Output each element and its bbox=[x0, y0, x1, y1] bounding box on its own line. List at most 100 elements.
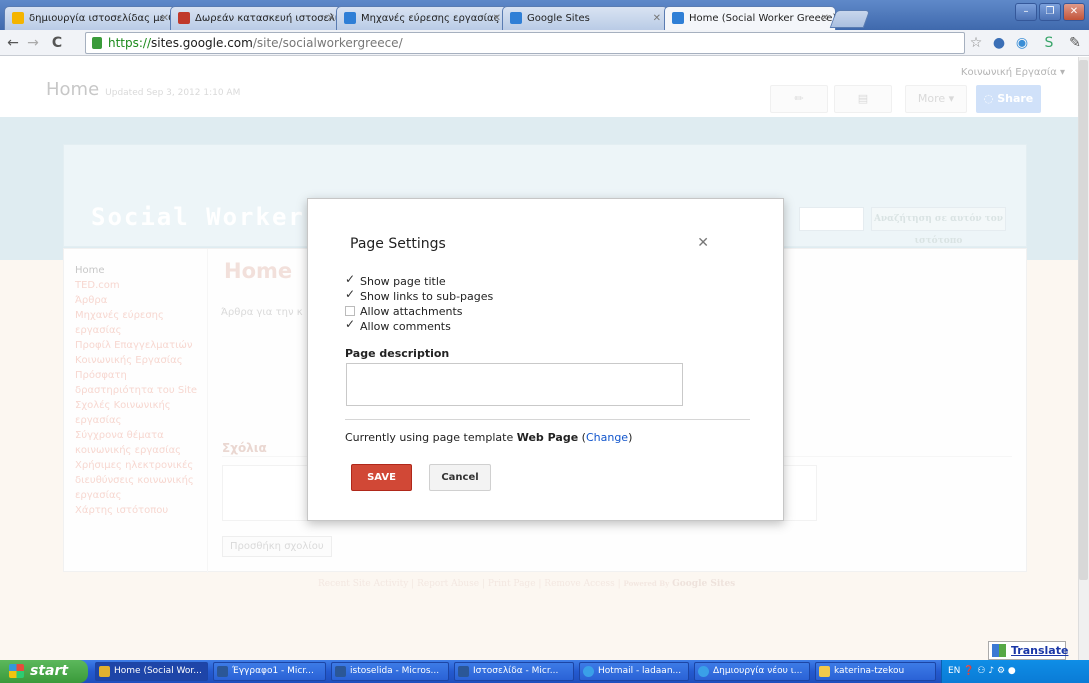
page-description-label: Page description bbox=[345, 347, 450, 360]
wrench-menu-icon[interactable]: ✎ bbox=[1066, 34, 1084, 52]
start-button[interactable]: start bbox=[0, 660, 88, 683]
save-button[interactable]: SAVE bbox=[351, 464, 412, 491]
template-info: Currently using page template Web Page (… bbox=[345, 431, 633, 444]
checkbox-checked[interactable] bbox=[345, 317, 355, 331]
site-favicon-icon bbox=[178, 12, 190, 24]
google-sites-favicon-icon bbox=[344, 12, 356, 24]
taskbar-item[interactable]: Hotmail - ladaan... bbox=[579, 662, 689, 681]
browser-tab[interactable]: Μηχανές εύρεσης εργασίας - ✕ bbox=[336, 6, 508, 30]
page-settings-dialog: Page Settings ✕ Show page title Show lin… bbox=[307, 198, 784, 521]
close-icon[interactable]: ✕ bbox=[697, 235, 709, 251]
word-icon bbox=[217, 666, 228, 677]
browser-tab[interactable]: Δωρεάν κατασκευή ιστοσελίδ ✕ bbox=[170, 6, 342, 30]
forward-arrow-icon[interactable]: → bbox=[24, 34, 42, 52]
extension-globe-icon[interactable]: ● bbox=[990, 34, 1008, 52]
option-show-sub-page-links[interactable]: Show links to sub-pages bbox=[345, 287, 494, 304]
windows-taskbar: start Home (Social Wor... Έγγραφο1 - Mic… bbox=[0, 660, 1089, 683]
extension-icon[interactable]: ◉ bbox=[1013, 34, 1031, 52]
word-icon bbox=[335, 666, 346, 677]
tab-close-icon[interactable]: ✕ bbox=[653, 7, 661, 30]
chrome-icon bbox=[99, 666, 110, 677]
taskbar-item-label: Δημιουργία νέου ι... bbox=[713, 666, 803, 676]
windows-flag-icon bbox=[9, 664, 24, 678]
folder-icon bbox=[819, 666, 830, 677]
translate-link[interactable]: Translate bbox=[1011, 644, 1068, 657]
change-template-link[interactable]: Change bbox=[586, 431, 628, 444]
tray-app-icon[interactable]: ⚙ bbox=[997, 666, 1005, 676]
tab-close-icon[interactable]: ✕ bbox=[161, 7, 169, 30]
language-indicator[interactable]: EN bbox=[948, 666, 960, 676]
google-sites-favicon-icon bbox=[510, 12, 522, 24]
reload-icon[interactable]: C bbox=[48, 34, 66, 52]
taskbar-item[interactable]: Ιστοσελίδα - Micr... bbox=[454, 662, 574, 681]
network-icon[interactable]: ⚇ bbox=[977, 666, 985, 676]
lock-icon bbox=[92, 37, 102, 49]
alert-icon[interactable]: ● bbox=[1008, 666, 1016, 676]
tab-label: Δωρεάν κατασκευή ιστοσελίδ bbox=[195, 13, 342, 24]
option-show-page-title[interactable]: Show page title bbox=[345, 272, 446, 289]
browser-tabstrip: δημιουργία ιστοσελίδας με Go ✕ Δωρεάν κα… bbox=[0, 0, 1089, 31]
volume-icon[interactable]: ♪ bbox=[988, 666, 994, 676]
option-label: Allow attachments bbox=[360, 305, 463, 318]
start-label: start bbox=[30, 663, 69, 679]
tab-label: Μηχανές εύρεσης εργασίας - bbox=[361, 13, 507, 24]
option-allow-comments[interactable]: Allow comments bbox=[345, 317, 451, 334]
taskbar-item-label: istoselida - Micros... bbox=[350, 666, 440, 676]
option-allow-attachments[interactable]: Allow attachments bbox=[345, 305, 463, 319]
restore-icon[interactable]: ❐ bbox=[1039, 3, 1061, 21]
checkbox-unchecked[interactable] bbox=[345, 306, 355, 316]
taskbar-item[interactable]: Home (Social Wor... bbox=[95, 662, 208, 681]
taskbar-item[interactable]: Έγγραφο1 - Micr... bbox=[213, 662, 326, 681]
browser-tab-active[interactable]: Home (Social Worker Greece) ✕ bbox=[664, 6, 836, 31]
google-translate-icon bbox=[992, 644, 1006, 657]
option-label: Show links to sub-pages bbox=[360, 290, 494, 303]
browser-tab[interactable]: Google Sites ✕ bbox=[502, 6, 668, 30]
minimize-icon[interactable]: – bbox=[1015, 3, 1037, 21]
taskbar-item-label: Hotmail - ladaan... bbox=[598, 666, 682, 676]
taskbar-item-label: Έγγραφο1 - Micr... bbox=[232, 666, 314, 676]
taskbar-item-label: katerina-tzekou bbox=[834, 666, 905, 676]
window-controls: – ❐ ✕ bbox=[1015, 3, 1085, 21]
checkbox-checked[interactable] bbox=[345, 272, 355, 286]
option-label: Allow comments bbox=[360, 320, 451, 333]
url-host: sites.google.com bbox=[151, 36, 253, 50]
checkbox-checked[interactable] bbox=[345, 287, 355, 301]
new-tab-button[interactable] bbox=[829, 10, 871, 28]
taskbar-item[interactable]: Δημιουργία νέου ι... bbox=[694, 662, 810, 681]
translate-widget[interactable]: Translate bbox=[988, 641, 1068, 660]
cancel-button[interactable]: Cancel bbox=[429, 464, 491, 491]
bookmark-star-icon[interactable]: ☆ bbox=[967, 34, 985, 52]
ie-icon bbox=[698, 666, 709, 677]
option-label: Show page title bbox=[360, 275, 446, 288]
taskbar-item[interactable]: katerina-tzekou bbox=[815, 662, 936, 681]
taskbar-item-label: Ιστοσελίδα - Micr... bbox=[473, 666, 559, 676]
tab-label: Home (Social Worker Greece) bbox=[689, 13, 836, 24]
url-protocol: https:// bbox=[108, 36, 152, 50]
system-tray: EN ❓ ⚇ ♪ ⚙ ● bbox=[941, 660, 1089, 683]
url-path: /site/socialworkergreece/ bbox=[252, 36, 403, 50]
word-icon bbox=[458, 666, 469, 677]
google-sites-favicon-icon bbox=[672, 12, 684, 24]
template-prefix: Currently using page template bbox=[345, 431, 514, 444]
tab-close-icon[interactable]: ✕ bbox=[821, 7, 829, 30]
extension-skype-icon[interactable]: S bbox=[1040, 34, 1058, 52]
taskbar-item[interactable]: istoselida - Micros... bbox=[331, 662, 449, 681]
tab-label: δημιουργία ιστοσελίδας με Go bbox=[29, 13, 176, 24]
close-window-icon[interactable]: ✕ bbox=[1063, 3, 1085, 21]
page-scrollbar-thumb[interactable] bbox=[1079, 60, 1088, 580]
back-arrow-icon[interactable]: ← bbox=[4, 34, 22, 52]
browser-toolbar: ← → C https://sites.google.com/site/soci… bbox=[0, 30, 1089, 56]
tab-close-icon[interactable]: ✕ bbox=[493, 7, 501, 30]
tab-close-icon[interactable]: ✕ bbox=[327, 7, 335, 30]
help-icon[interactable]: ❓ bbox=[963, 666, 974, 676]
google-favicon-icon bbox=[12, 12, 24, 24]
tab-label: Google Sites bbox=[527, 13, 590, 24]
divider bbox=[345, 419, 750, 420]
ie-icon bbox=[583, 666, 594, 677]
address-bar[interactable]: https://sites.google.com/site/socialwork… bbox=[85, 32, 965, 54]
browser-tab[interactable]: δημιουργία ιστοσελίδας με Go ✕ bbox=[4, 6, 176, 30]
taskbar-item-label: Home (Social Wor... bbox=[114, 666, 202, 676]
template-name: Web Page bbox=[516, 431, 579, 444]
dialog-title: Page Settings bbox=[350, 236, 446, 252]
page-description-input[interactable] bbox=[346, 363, 683, 406]
